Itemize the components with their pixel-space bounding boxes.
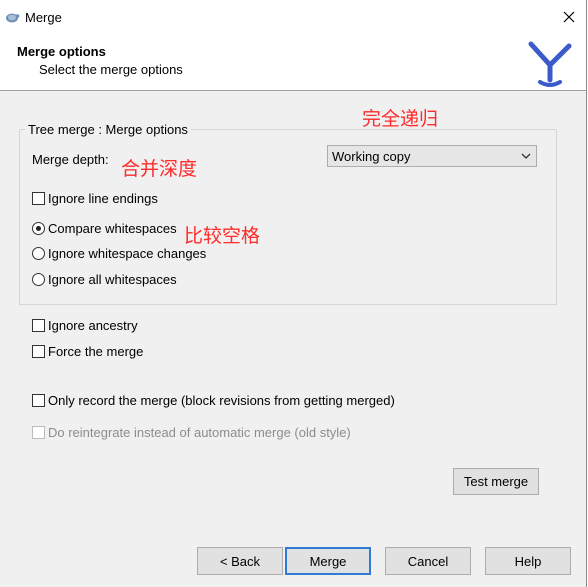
merge-logo-icon: [528, 41, 572, 87]
reintegrate-checkbox: Do reintegrate instead of automatic merg…: [32, 424, 351, 440]
page-subtitle: Select the merge options: [39, 62, 183, 77]
close-button[interactable]: [552, 0, 586, 34]
checkbox-box: [32, 318, 45, 332]
cancel-button[interactable]: Cancel: [385, 547, 471, 575]
merge-depth-select[interactable]: Working copy: [327, 145, 537, 167]
annotation-full-recursion: 完全递归: [362, 108, 439, 130]
radio-button: [32, 272, 45, 286]
compare-whitespaces-radio[interactable]: Compare whitespaces: [32, 220, 177, 236]
annotation-compare-spaces: 比较空格: [184, 225, 261, 247]
ignore-ancestry-checkbox[interactable]: Ignore ancestry: [32, 317, 138, 333]
test-merge-button[interactable]: Test merge: [453, 468, 539, 495]
checkbox-box-disabled: [32, 425, 45, 439]
compare-whitespaces-label: Compare whitespaces: [48, 220, 177, 236]
merge-dialog: Merge Merge options Select the merge opt…: [0, 0, 587, 587]
title-bar: Merge: [0, 0, 586, 34]
back-button[interactable]: < Back: [197, 547, 283, 575]
wizard-header: Merge options Select the merge options: [0, 34, 586, 91]
help-button[interactable]: Help: [485, 547, 571, 575]
radio-button: [32, 246, 45, 260]
chevron-down-icon: [521, 153, 531, 159]
reintegrate-label: Do reintegrate instead of automatic merg…: [48, 424, 351, 440]
annotation-merge-depth: 合并深度: [121, 158, 198, 180]
merge-depth-label: Merge depth:: [32, 152, 109, 167]
merge-depth-value: Working copy: [332, 149, 411, 164]
close-icon: [563, 11, 575, 23]
checkbox-box: [32, 393, 45, 407]
ignore-ancestry-label: Ignore ancestry: [48, 317, 138, 333]
record-only-label: Only record the merge (block revisions f…: [48, 392, 395, 408]
checkbox-box: [32, 344, 45, 358]
radio-button-selected: [32, 221, 45, 235]
force-merge-label: Force the merge: [48, 343, 144, 359]
window-title: Merge: [25, 10, 62, 25]
ignore-all-whitespaces-radio[interactable]: Ignore all whitespaces: [32, 271, 177, 287]
record-only-checkbox[interactable]: Only record the merge (block revisions f…: [32, 392, 395, 408]
force-merge-checkbox[interactable]: Force the merge: [32, 343, 143, 359]
tortoise-app-icon: [6, 13, 20, 23]
ignore-line-endings-label: Ignore line endings: [48, 190, 158, 206]
merge-button[interactable]: Merge: [285, 547, 371, 575]
ignore-all-whitespaces-label: Ignore all whitespaces: [48, 271, 177, 287]
ignore-line-endings-checkbox[interactable]: Ignore line endings: [32, 190, 158, 206]
ignore-whitespace-changes-radio[interactable]: Ignore whitespace changes: [32, 245, 206, 261]
checkbox-box: [32, 191, 45, 205]
group-legend: Tree merge : Merge options: [25, 122, 191, 137]
ignore-whitespace-changes-label: Ignore whitespace changes: [48, 245, 207, 261]
page-title: Merge options: [17, 44, 106, 59]
